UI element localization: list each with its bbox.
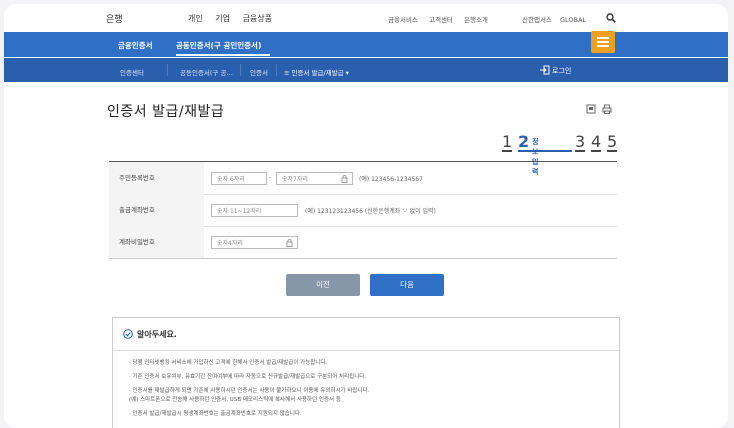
menu-button[interactable]: [591, 31, 615, 53]
step-1: 1: [502, 132, 513, 151]
breadcrumb-separator: [276, 64, 277, 76]
bookmark-icon[interactable]: [586, 104, 596, 114]
field-hint: (예) 123456-1234567: [359, 176, 423, 183]
account-number-input[interactable]: 숫자 11~12자리: [211, 204, 298, 217]
step-active-underline: [518, 150, 572, 152]
breadcrumb-item[interactable]: 인증센터: [120, 67, 144, 77]
breadcrumb: 인증센터 공동인증서(구 공… 인증서 ≡ 인증서 발급/재발급 ▾ 로그인: [4, 58, 728, 82]
tab-joint-cert[interactable]: 공동인증서(구 공인인증서): [176, 40, 261, 51]
check-circle-icon: [123, 329, 133, 339]
nav-business[interactable]: 기업: [215, 14, 230, 23]
nav-about[interactable]: 은행소개: [464, 16, 488, 24]
nav-financial-services[interactable]: 금융서비스: [388, 16, 418, 24]
input-placeholder: 숫자4자리: [217, 240, 243, 247]
dash-separator: -: [269, 174, 272, 181]
step-5: 5: [607, 132, 618, 151]
account-password-input[interactable]: 숫자4자리: [211, 236, 298, 249]
next-button[interactable]: 다음: [370, 274, 444, 296]
cert-info-form: 주민등록번호 숫자 6자리 - 숫자7자리 (예) 123456-1234567…: [109, 161, 617, 259]
main-nav: 개인 기업 금융상품: [188, 13, 282, 24]
field-label: 계좌비밀번호: [109, 226, 204, 258]
resident-number-back-input[interactable]: 숫자7자리: [276, 172, 353, 185]
nav-products[interactable]: 금융상품: [243, 14, 272, 23]
tab-financial-cert[interactable]: 금융인증서: [118, 40, 153, 51]
link-app[interactable]: 신한앱서스: [522, 16, 552, 24]
prev-button[interactable]: 이전: [286, 274, 360, 296]
lang-links: 신한앱서스 GLOBAL: [522, 14, 592, 24]
search-icon[interactable]: [606, 13, 616, 23]
menu-line: [597, 37, 609, 39]
field-label: 주민등록번호: [109, 162, 204, 194]
form-row-account-password: 계좌비밀번호 숫자4자리: [109, 226, 617, 258]
notice-title: 알아두세요.: [137, 330, 177, 339]
service-bar: 금융인증서 공동인증서(구 공인인증서): [4, 32, 728, 57]
nav-personal[interactable]: 개인: [188, 14, 203, 23]
step-3: 3: [575, 132, 586, 151]
menu-line: [597, 41, 609, 43]
step-2: 2: [518, 132, 530, 151]
form-row-resident-number: 주민등록번호 숫자 6자리 - 숫자7자리 (예) 123456-1234567: [109, 162, 617, 195]
brand-logo[interactable]: 은행: [106, 12, 123, 25]
menu-line: [597, 45, 609, 47]
print-icon[interactable]: [602, 104, 612, 114]
nav-customer-center[interactable]: 고객센터: [429, 16, 453, 24]
browser-frame: 은행 개인 기업 금융상품 금융서비스 고객센터 은행소개 신한앱서스 GLOB…: [4, 4, 728, 428]
page-title: 인증서 발급/재발급: [107, 104, 225, 120]
active-tab-underline: [176, 54, 270, 56]
notice-box: 알아두세요. · 당행 인터넷뱅킹 서비스에 가입하신 고객에 한해서 인증서 …: [112, 317, 620, 428]
step-underline: [575, 150, 585, 152]
login-icon[interactable]: [540, 65, 550, 75]
form-row-account-number: 출금계좌번호 숫자 11~12자리 (예) 123123123456 (신한은행…: [109, 194, 617, 227]
notice-line: · 인증서를 재발급하게 되면 기존에 사용하시던 인증서는 사용이 불가하오니…: [129, 388, 370, 394]
top-header: 은행 개인 기업 금융상품 금융서비스 고객센터 은행소개 신한앱서스 GLOB…: [4, 4, 728, 32]
breadcrumb-separator: [167, 64, 168, 76]
notice-line: · 인증서 발급/재발급시 평생계좌번호는 출금계좌번호로 지원되지 않습니다.: [129, 411, 302, 417]
utility-nav: 금융서비스 고객센터 은행소개: [388, 14, 497, 24]
notice-line: · 기존 인증서 보유여부, 유효기간 잔여여부에 따라 자동으로 신규발급/재…: [129, 374, 367, 380]
field-label: 출금계좌번호: [109, 194, 204, 226]
step-underline: [607, 150, 617, 152]
resident-number-front-input[interactable]: 숫자 6자리: [211, 172, 267, 185]
notice-line: · 당행 인터넷뱅킹 서비스에 가입하신 고객에 한해서 인증서 발급/재발급이…: [129, 360, 328, 366]
link-global[interactable]: GLOBAL: [560, 16, 586, 24]
step-4: 4: [591, 132, 602, 151]
notice-divider: [113, 350, 619, 351]
secure-keyboard-icon[interactable]: [341, 175, 348, 183]
breadcrumb-current[interactable]: ≡ 인증서 발급/재발급 ▾: [284, 67, 349, 77]
step-underline: [502, 150, 512, 152]
step-underline: [591, 150, 601, 152]
login-link[interactable]: 로그인: [552, 66, 571, 76]
field-hint: (예) 123123123456 (신한은행계좌 '-' 없이 입력): [305, 208, 436, 215]
breadcrumb-separator: [240, 64, 241, 76]
secure-keyboard-icon[interactable]: [286, 239, 293, 247]
input-placeholder: 숫자7자리: [282, 176, 308, 183]
breadcrumb-item[interactable]: 공동인증서(구 공…: [180, 67, 233, 77]
breadcrumb-item[interactable]: 인증서: [250, 67, 268, 77]
notice-line: (예) 스마트폰으로 전송해 사용하던 인증서, USB 메모리스틱에 복사해서…: [129, 397, 341, 403]
